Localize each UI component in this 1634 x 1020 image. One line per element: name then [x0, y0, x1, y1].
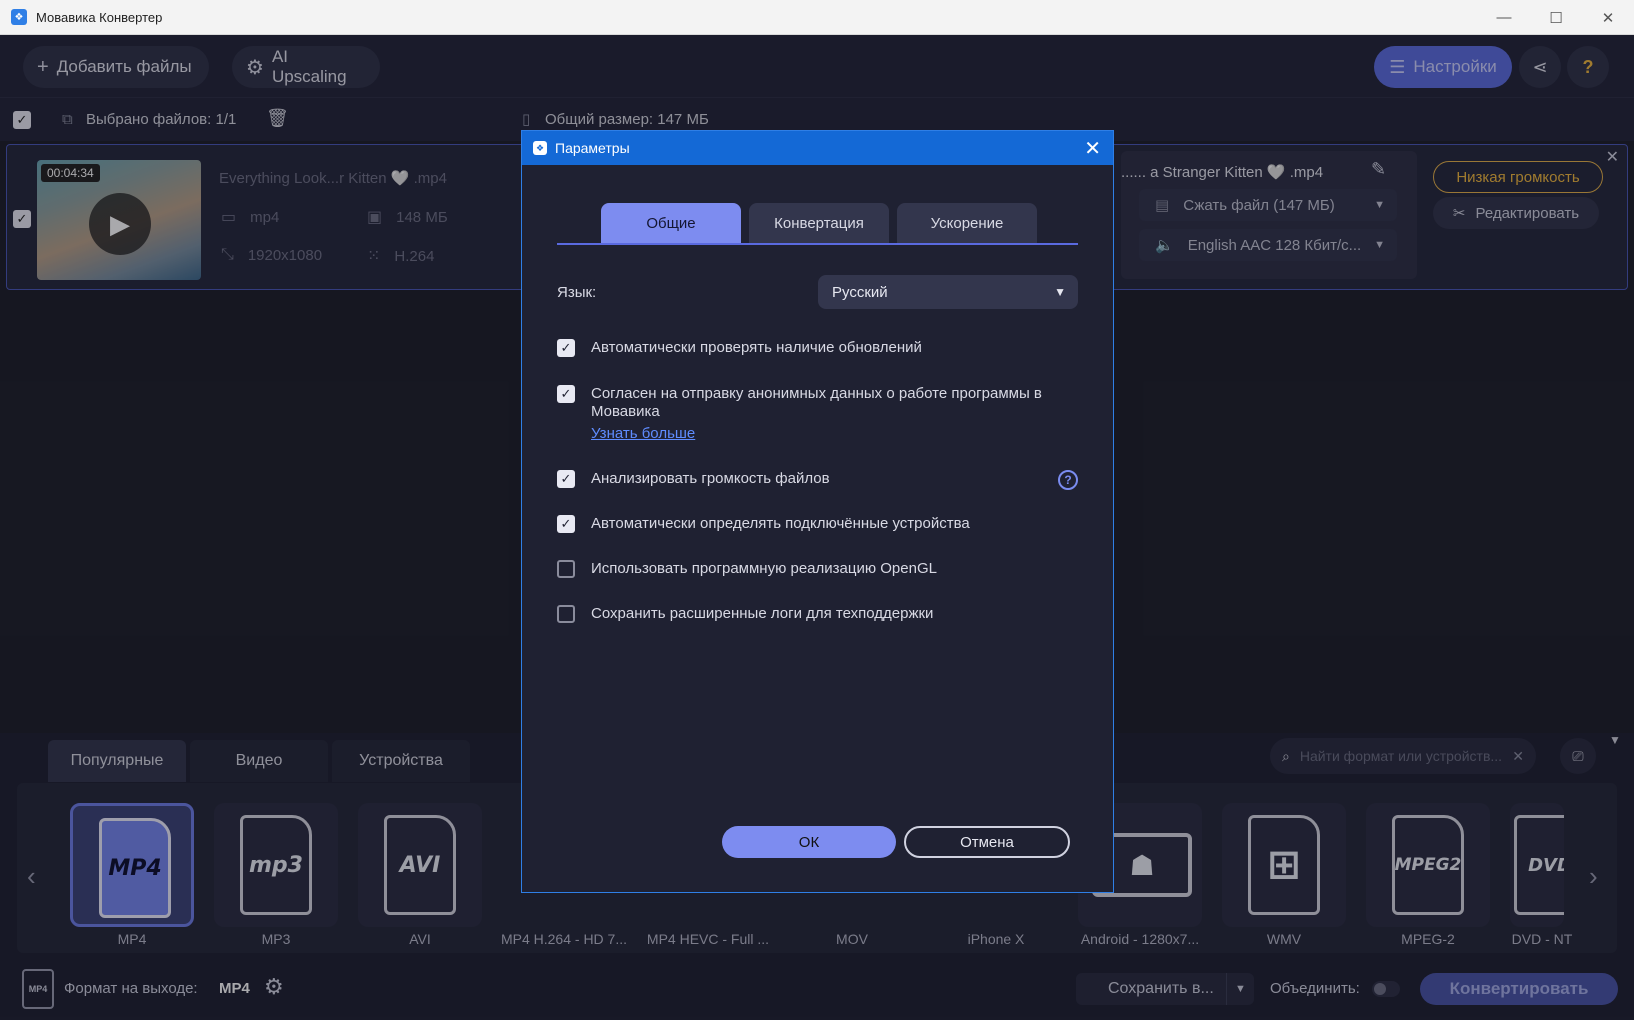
- language-value: Русский: [832, 283, 888, 301]
- detect-devices-label: Автоматически определять подключённые ус…: [591, 515, 970, 532]
- option-extended-logs[interactable]: Сохранить расширенные логи для техподдер…: [557, 605, 1078, 623]
- option-anonymous-data[interactable]: ✓ Согласен на отправку анонимных данных …: [557, 385, 1078, 443]
- software-opengl-label: Использовать программную реализацию Open…: [591, 560, 937, 577]
- dialog-tabs: Общие Конвертация Ускорение: [557, 203, 1078, 245]
- auto-updates-label: Автоматически проверять наличие обновлен…: [591, 339, 922, 356]
- cancel-button[interactable]: Отмена: [904, 826, 1070, 858]
- language-label: Язык:: [557, 284, 597, 301]
- learn-more-link[interactable]: Узнать больше: [591, 425, 1078, 443]
- dialog-title: Параметры: [555, 140, 630, 156]
- help-circle-icon[interactable]: ?: [1058, 470, 1078, 490]
- option-software-opengl[interactable]: Использовать программную реализацию Open…: [557, 560, 1078, 578]
- close-window-button[interactable]: ✕: [1582, 0, 1634, 35]
- tab-general[interactable]: Общие: [601, 203, 741, 243]
- analyze-volume-checkbox[interactable]: ✓: [557, 470, 575, 488]
- tab-acceleration[interactable]: Ускорение: [897, 203, 1037, 243]
- software-opengl-checkbox[interactable]: [557, 560, 575, 578]
- close-dialog-icon[interactable]: ✕: [1084, 136, 1101, 161]
- chevron-down-icon: ▼: [1054, 285, 1066, 299]
- anonymous-data-label: Согласен на отправку анонимных данных о …: [591, 385, 1042, 420]
- extended-logs-label: Сохранить расширенные логи для техподдер…: [591, 605, 934, 622]
- settings-dialog: ❖ Параметры ✕ Общие Конвертация Ускорени…: [521, 130, 1114, 893]
- maximize-button[interactable]: ☐: [1530, 0, 1582, 35]
- analyze-volume-label: Анализировать громкость файлов: [591, 470, 830, 487]
- anonymous-data-checkbox[interactable]: ✓: [557, 385, 575, 403]
- title-bar: ❖ Мовавика Конвертер — ☐ ✕: [0, 0, 1634, 35]
- tab-conversion[interactable]: Конвертация: [749, 203, 889, 243]
- minimize-button[interactable]: —: [1478, 0, 1530, 35]
- option-detect-devices[interactable]: ✓ Автоматически определять подключённые …: [557, 515, 1078, 533]
- option-auto-updates[interactable]: ✓ Автоматически проверять наличие обновл…: [557, 339, 1078, 357]
- extended-logs-checkbox[interactable]: [557, 605, 575, 623]
- app-logo-icon: ❖: [533, 141, 547, 155]
- window-title: Мовавика Конвертер: [36, 9, 163, 25]
- auto-updates-checkbox[interactable]: ✓: [557, 339, 575, 357]
- dialog-title-bar: ❖ Параметры ✕: [522, 131, 1113, 165]
- ok-button[interactable]: ОК: [722, 826, 896, 858]
- option-analyze-volume[interactable]: ✓ Анализировать громкость файлов ?: [557, 470, 1078, 490]
- detect-devices-checkbox[interactable]: ✓: [557, 515, 575, 533]
- app-logo-icon: ❖: [11, 9, 27, 25]
- language-dropdown[interactable]: Русский ▼: [818, 275, 1078, 309]
